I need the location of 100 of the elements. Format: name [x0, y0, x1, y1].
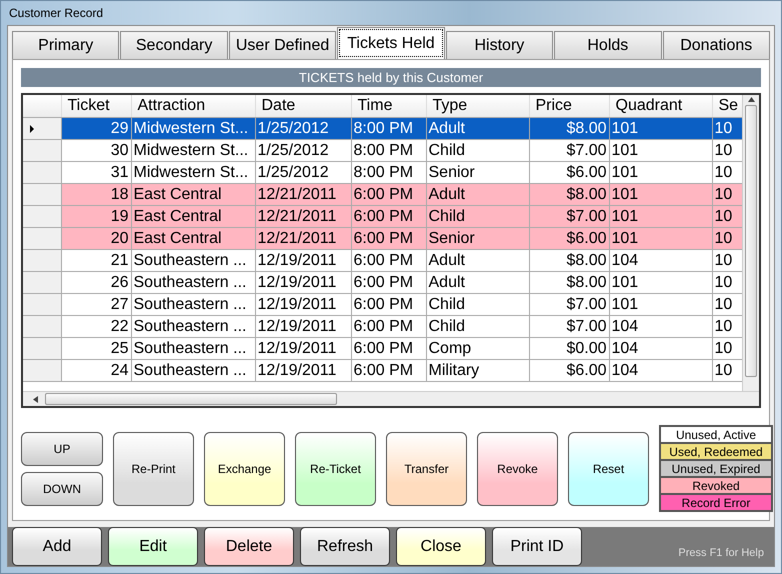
ticket-row[interactable]: 19 East Central 12/21/2011 6:00 PM Child $7.00 101 10: [23, 206, 742, 228]
ticket-row[interactable]: 18 East Central 12/21/2011 6:00 PM Adult $8.00 101 10: [23, 184, 742, 206]
nav-button[interactable]: UP: [21, 432, 103, 466]
tab[interactable]: Donations: [662, 31, 770, 59]
table-cell: $7.00: [529, 294, 609, 316]
column-header[interactable]: Quadrant: [609, 95, 712, 118]
action-button[interactable]: Revoke: [477, 432, 558, 506]
table-cell: 8:00 PM: [351, 162, 426, 184]
table-cell: Southeastern ...: [131, 316, 255, 338]
ticket-row[interactable]: 30 Midwestern St... 1/25/2012 8:00 PM Child $7.00 101 10: [23, 140, 742, 162]
column-header[interactable]: Se: [712, 95, 742, 118]
tab[interactable]: Primary: [12, 31, 120, 59]
legend-item: Unused, Expired: [660, 460, 772, 477]
vertical-scrollbar[interactable]: [742, 95, 759, 391]
table-cell: 104: [609, 316, 712, 338]
ticket-row[interactable]: 27 Southeastern ... 12/19/2011 6:00 PM Child $7.00 101 10: [23, 294, 742, 316]
ticket-row[interactable]: 25 Southeastern ... 12/19/2011 6:00 PM Comp $0.00 104 10: [23, 338, 742, 360]
tab[interactable]: User Defined: [228, 31, 336, 59]
table-cell: 10: [712, 206, 742, 228]
table-cell: 25: [61, 338, 131, 360]
table-cell: 8:00 PM: [351, 140, 426, 162]
column-header[interactable]: Time: [351, 95, 426, 118]
toolbar-button[interactable]: Delete: [204, 527, 294, 566]
ticket-row[interactable]: 22 Southeastern ... 12/19/2011 6:00 PM Child $7.00 104 10: [23, 316, 742, 338]
table-cell: East Central: [131, 184, 255, 206]
table-cell: 1/25/2012: [255, 162, 351, 184]
table-cell: Child: [426, 140, 529, 162]
table-cell: 101: [609, 228, 712, 250]
table-cell: Southeastern ...: [131, 250, 255, 272]
table-cell: 18: [61, 184, 131, 206]
ticket-row[interactable]: 31 Midwestern St... 1/25/2012 8:00 PM Senior $6.00 101 10: [23, 162, 742, 184]
table-cell: 10: [712, 338, 742, 360]
table-cell: Child: [426, 294, 529, 316]
grid-title: TICKETS held by this Customer: [21, 68, 761, 87]
table-cell: 104: [609, 360, 712, 382]
table-cell: $6.00: [529, 162, 609, 184]
table-cell: 26: [61, 272, 131, 294]
table-cell: 27: [61, 294, 131, 316]
column-header[interactable]: Attraction: [131, 95, 255, 118]
column-header[interactable]: Price: [529, 95, 609, 118]
action-button[interactable]: Reset: [568, 432, 649, 506]
table-cell: 10: [712, 316, 742, 338]
column-header[interactable]: Date: [255, 95, 351, 118]
legend-item: Used, Redeemed: [660, 443, 772, 460]
table-cell: Adult: [426, 250, 529, 272]
table-cell: 6:00 PM: [351, 272, 426, 294]
legend-item: Record Error: [660, 494, 772, 511]
action-button[interactable]: Re-Ticket: [295, 432, 376, 506]
table-cell: 20: [61, 228, 131, 250]
toolbar-button[interactable]: Add: [12, 527, 102, 566]
table-cell: $6.00: [529, 360, 609, 382]
table-cell: Child: [426, 316, 529, 338]
scroll-left-icon[interactable]: [31, 394, 41, 404]
table-cell: 101: [609, 206, 712, 228]
tab[interactable]: Secondary: [120, 31, 228, 59]
table-cell: Military: [426, 360, 529, 382]
table-cell: 1/25/2012: [255, 118, 351, 140]
table-cell: 10: [712, 250, 742, 272]
toolbar-button[interactable]: Edit: [108, 527, 198, 566]
toolbar-button[interactable]: Close: [396, 527, 486, 566]
table-cell: $8.00: [529, 272, 609, 294]
tab[interactable]: History: [446, 31, 554, 59]
column-header[interactable]: Ticket: [61, 95, 131, 118]
table-cell: 10: [712, 118, 742, 140]
table-cell: 30: [61, 140, 131, 162]
table-cell: Midwestern St...: [131, 118, 255, 140]
ticket-row[interactable]: 21 Southeastern ... 12/19/2011 6:00 PM Adult $8.00 104 10: [23, 250, 742, 272]
table-cell: Adult: [426, 184, 529, 206]
tab[interactable]: Tickets Held: [337, 27, 445, 59]
table-cell: Adult: [426, 118, 529, 140]
ticket-row[interactable]: 24 Southeastern ... 12/19/2011 6:00 PM Military $6.00 104 10: [23, 360, 742, 382]
ticket-row[interactable]: 29 Midwestern St... 1/25/2012 8:00 PM Adult $8.00 101 10: [23, 118, 742, 140]
toolbar-button[interactable]: Refresh: [300, 527, 390, 566]
action-button[interactable]: Transfer: [386, 432, 467, 506]
ticket-row[interactable]: 26 Southeastern ... 12/19/2011 6:00 PM Adult $8.00 101 10: [23, 272, 742, 294]
table-cell: 8:00 PM: [351, 118, 426, 140]
table-cell: 22: [61, 316, 131, 338]
table-cell: 10: [712, 294, 742, 316]
toolbar-button[interactable]: Print ID: [492, 527, 582, 566]
table-cell: 6:00 PM: [351, 184, 426, 206]
action-button[interactable]: Exchange: [204, 432, 285, 506]
table-cell: 29: [61, 118, 131, 140]
table-cell: 101: [609, 184, 712, 206]
table-cell: 12/21/2011: [255, 228, 351, 250]
action-button[interactable]: Re-Print: [113, 432, 194, 506]
table-cell: East Central: [131, 228, 255, 250]
table-cell: 6:00 PM: [351, 360, 426, 382]
column-header[interactable]: Type: [426, 95, 529, 118]
table-cell: Senior: [426, 162, 529, 184]
table-cell: 12/19/2011: [255, 294, 351, 316]
scroll-up-icon[interactable]: [746, 95, 756, 105]
horizontal-scrollbar[interactable]: [23, 391, 759, 406]
row-pointer-icon: [28, 124, 36, 134]
table-cell: $7.00: [529, 206, 609, 228]
nav-button[interactable]: DOWN: [21, 472, 103, 506]
table-cell: 31: [61, 162, 131, 184]
tab[interactable]: Holds: [554, 31, 662, 59]
table-cell: 10: [712, 162, 742, 184]
table-cell: $8.00: [529, 118, 609, 140]
ticket-row[interactable]: 20 East Central 12/21/2011 6:00 PM Senior $6.00 101 10: [23, 228, 742, 250]
